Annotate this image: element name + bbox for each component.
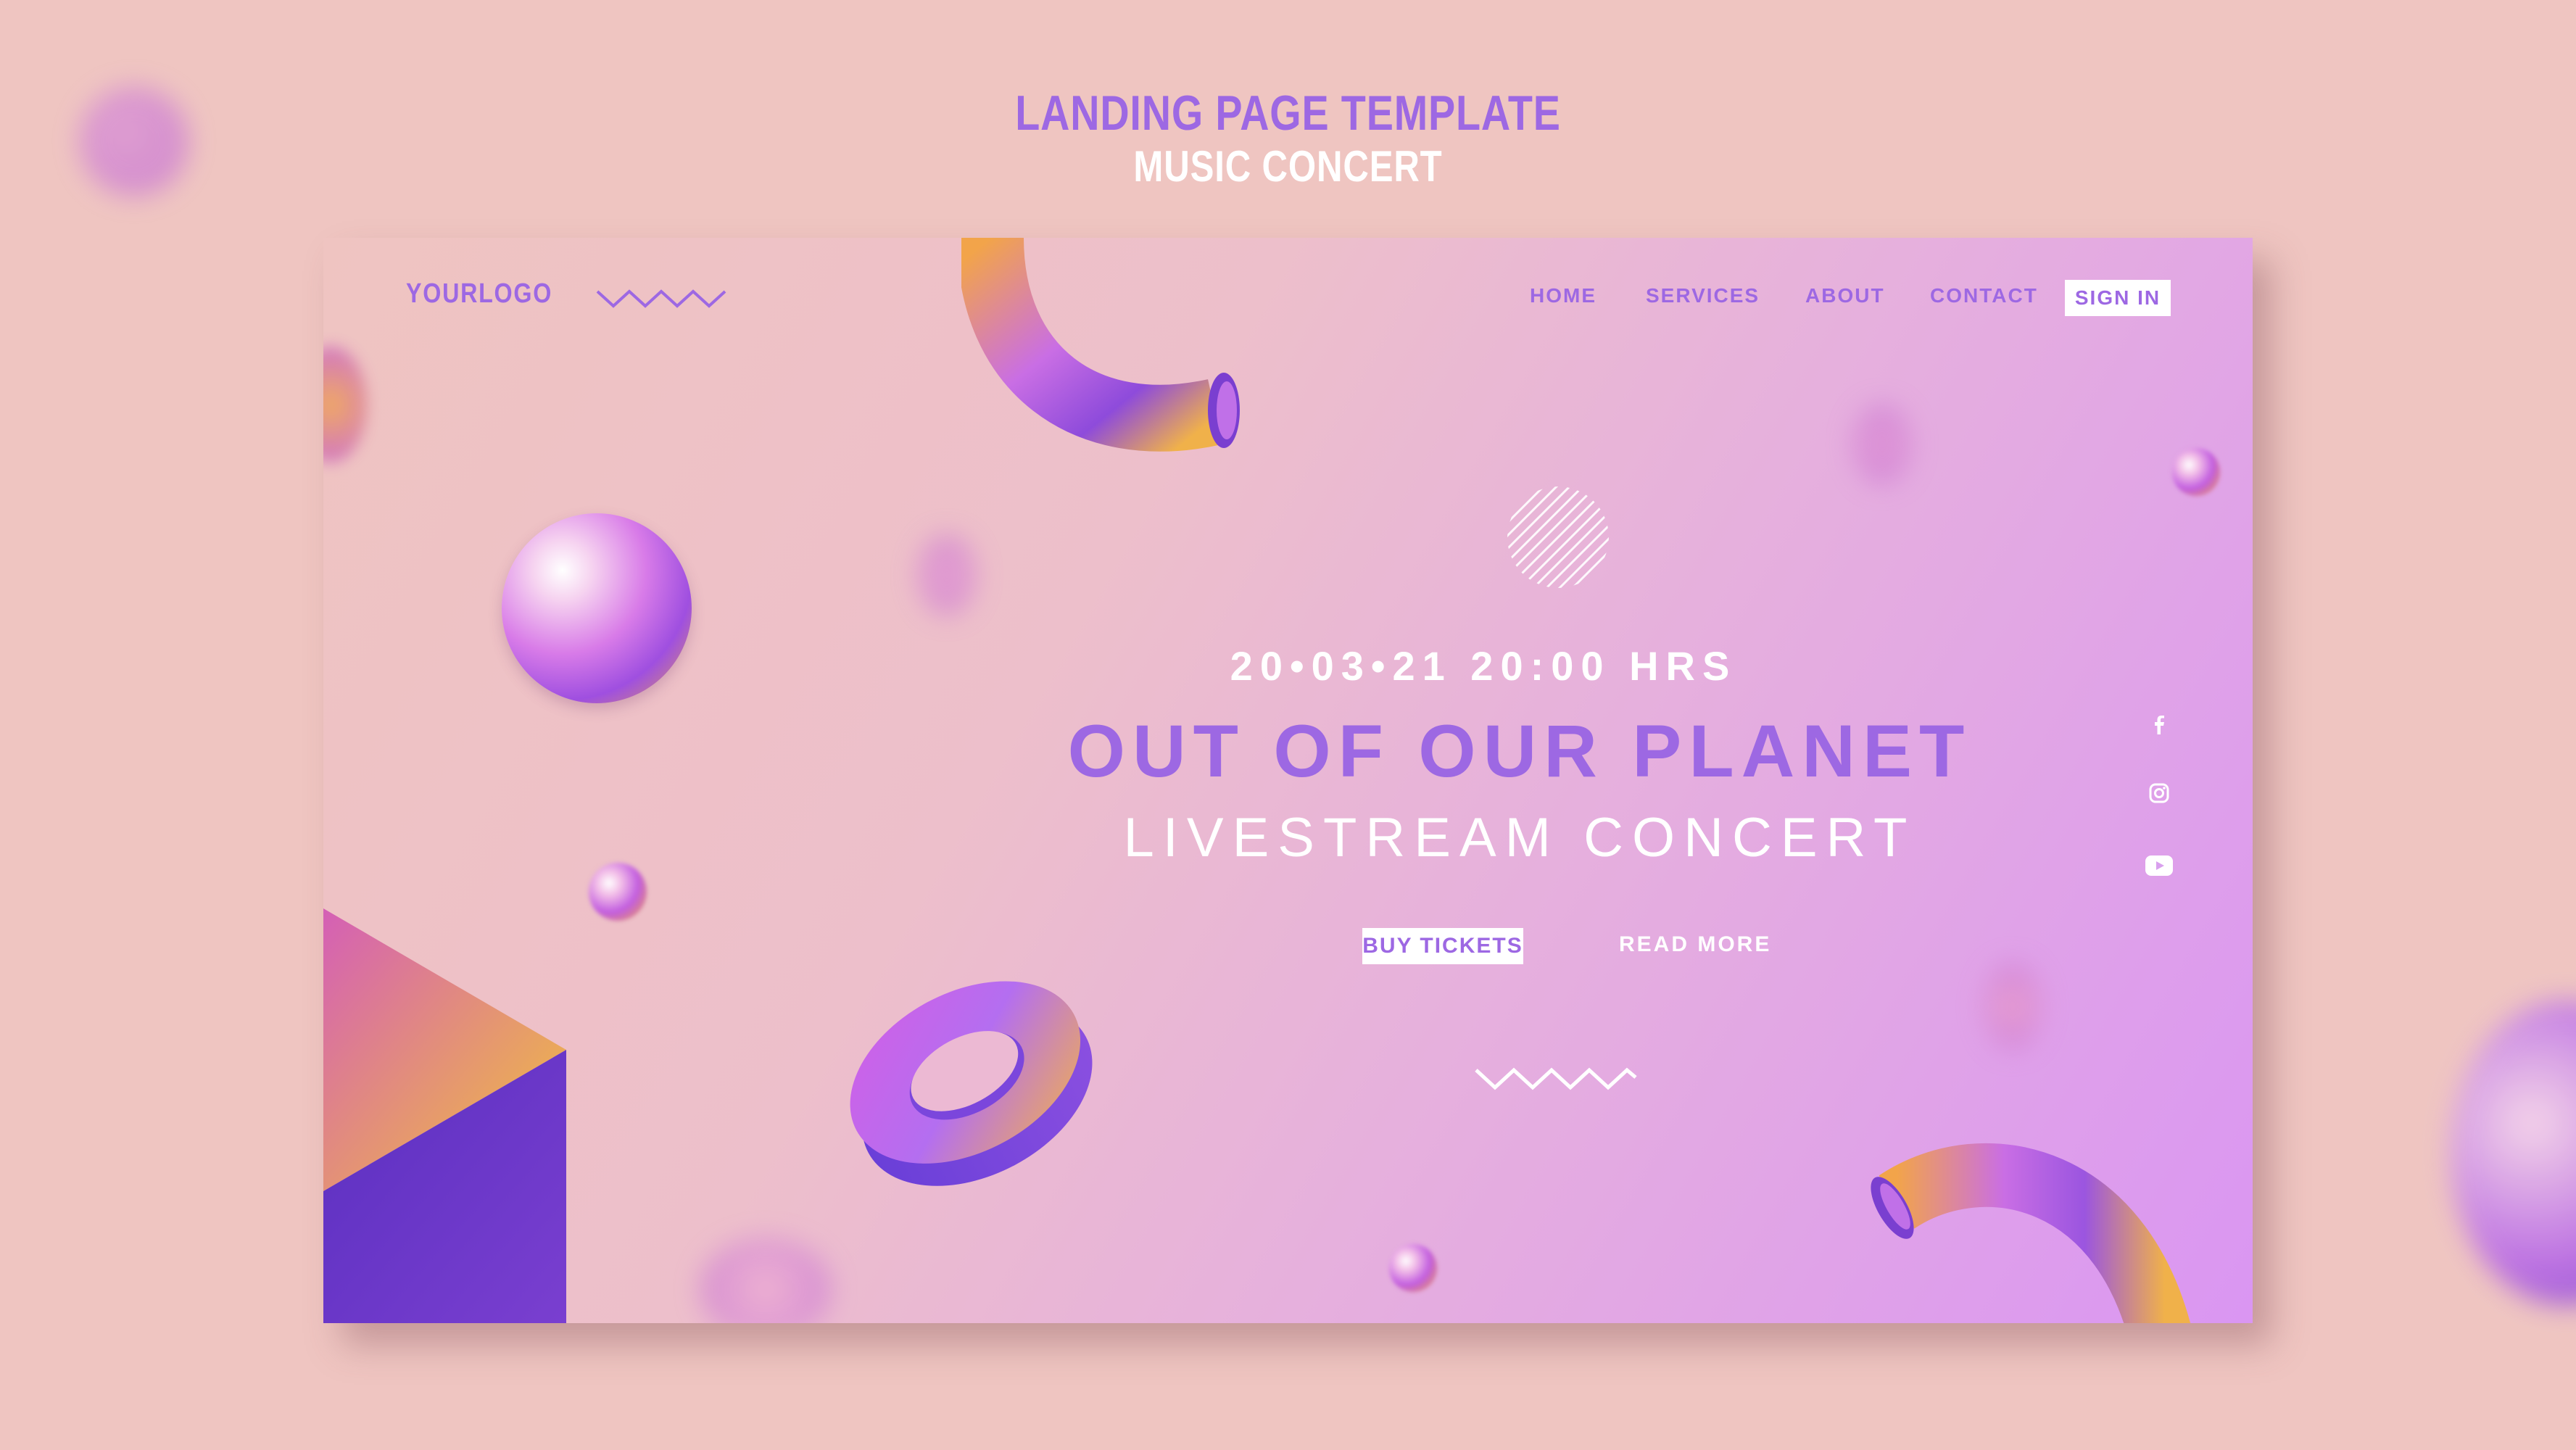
prism-shape (323, 908, 566, 1323)
zigzag-decoration-top (596, 289, 726, 308)
buy-tickets-button[interactable]: BUY TICKETS (1362, 928, 1523, 964)
nav-contact[interactable]: CONTACT (1930, 284, 2038, 307)
decorative-blur-sphere (918, 535, 976, 615)
decorative-blur-sphere (2451, 1000, 2576, 1305)
template-subtitle: MUSIC CONCERT (1133, 142, 1443, 191)
nav-about[interactable]: ABOUT (1805, 284, 1885, 307)
template-title: LANDING PAGE TEMPLATE (1015, 86, 1561, 141)
hero-subheadline: LIVESTREAM CONCERT (1123, 807, 1916, 869)
landing-page-mockup: YOURLOGO HOME SERVICES ABOUT CONTACT SIG… (323, 238, 2253, 1323)
small-sphere (2172, 448, 2220, 496)
event-date: 20•03•21 20:00 HRS (1230, 643, 1737, 689)
zigzag-decoration-bottom (1475, 1067, 1637, 1090)
read-more-link[interactable]: READ MORE (1619, 932, 1771, 957)
instagram-icon[interactable] (2143, 777, 2175, 809)
decorative-blur-sphere (700, 1238, 831, 1323)
top-arch-tube (961, 238, 1240, 452)
small-sphere (589, 863, 647, 921)
nav-services[interactable]: SERVICES (1646, 284, 1760, 307)
striped-circle-decoration (1507, 486, 1609, 588)
youtube-icon[interactable] (2143, 850, 2175, 882)
template-title-block: LANDING PAGE TEMPLATE MUSIC CONCERT (0, 86, 2576, 193)
decorative-blur-sphere (1853, 405, 1911, 484)
hero-headline: OUT OF OUR PLANET (1067, 710, 1972, 792)
site-logo[interactable]: YOURLOGO (406, 278, 552, 310)
nav-home[interactable]: HOME (1530, 284, 1596, 307)
small-sphere (1389, 1244, 1437, 1292)
bottom-arch-tube (1871, 1143, 2191, 1323)
sign-in-button[interactable]: SIGN IN (2065, 280, 2171, 316)
decorative-blur-sphere (1984, 963, 2042, 1050)
decorative-blur-sphere (323, 347, 367, 463)
large-sphere (502, 513, 692, 703)
facebook-icon[interactable] (2143, 709, 2175, 741)
torus-ring (850, 981, 1093, 1186)
